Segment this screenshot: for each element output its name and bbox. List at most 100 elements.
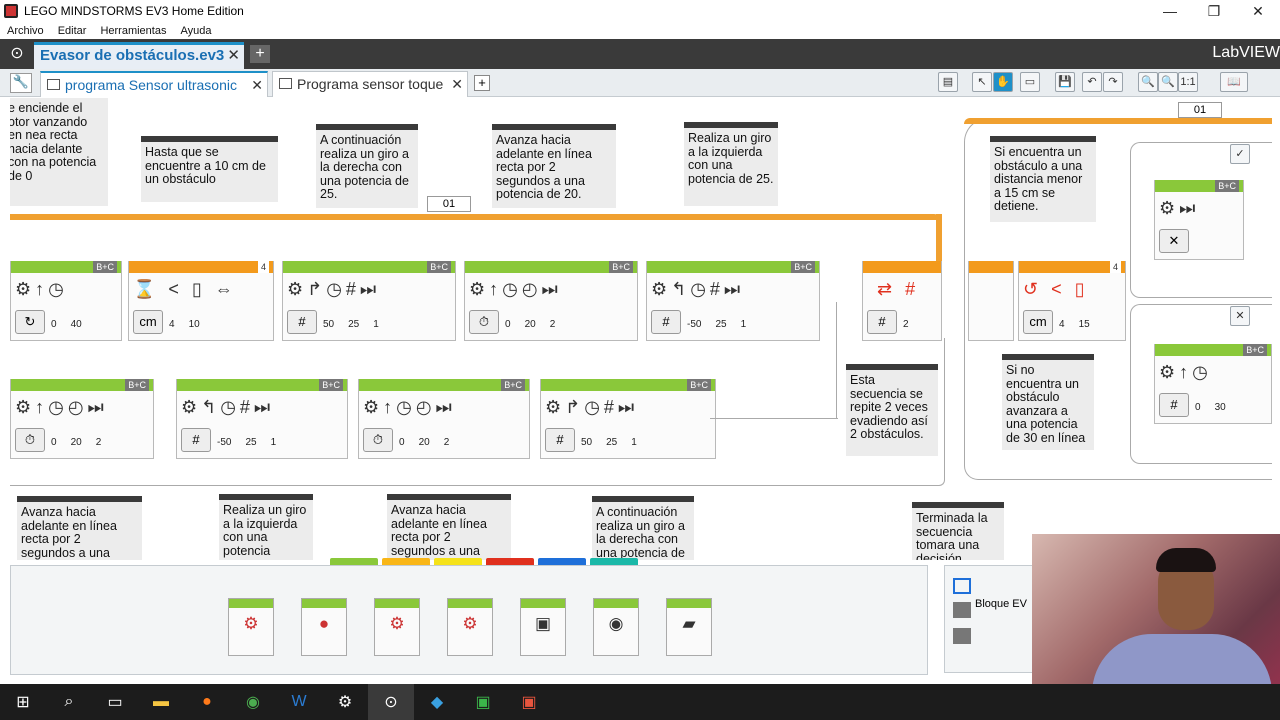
comment-avanza[interactable]: Avanza hacia adelante en línea recta por… xyxy=(492,124,616,208)
comment-si-no-encuentra[interactable]: Si no encuentra un obstáculo avanzara a … xyxy=(1002,354,1094,450)
zoom-in-icon[interactable]: 🔍 xyxy=(1158,72,1178,92)
move-tank-block-7[interactable]: B+C ⚙↑◷◴⏭ ⏱ 0 20 2 xyxy=(358,379,530,459)
move-tank-forward-block[interactable]: B+C ⚙↑◷ # 0 30 xyxy=(1154,344,1272,424)
value[interactable]: 1 xyxy=(271,437,277,448)
mode-selector[interactable]: # xyxy=(545,428,575,452)
port-view-icon[interactable] xyxy=(953,602,971,618)
move-tank-block-4[interactable]: B+C ⚙↰◷#⏭ # -50 25 1 xyxy=(646,261,820,341)
move-tank-block-2[interactable]: B+C ⚙↱◷#⏭ # 50 25 1 xyxy=(282,261,456,341)
save-icon[interactable]: 💾 xyxy=(1055,72,1075,92)
maximize-button[interactable]: ❐ xyxy=(1192,0,1236,22)
brick-info-icon[interactable] xyxy=(953,578,971,594)
start-icon[interactable]: ⊞ xyxy=(0,684,46,720)
add-project-button[interactable]: + xyxy=(250,45,270,63)
value[interactable]: 15 xyxy=(1079,319,1090,330)
wait-ultrasonic-block[interactable]: 4 ⌛ < ▯ ⇔ cm 4 10 xyxy=(128,261,274,341)
outer-loop-label[interactable]: 01 xyxy=(1178,102,1222,118)
value[interactable]: 0 xyxy=(1195,402,1201,413)
value[interactable]: 25 xyxy=(606,437,617,448)
move-tank-block-3[interactable]: B+C ⚙↑◷◴⏭ ⏱ 0 20 2 xyxy=(464,261,638,341)
value[interactable]: 1 xyxy=(631,437,637,448)
switch-ultrasonic-block[interactable]: 4 ↺ < ▯ cm 4 15 xyxy=(1018,261,1126,341)
comment-giro-izquierda-2[interactable]: Realiza un giro a la izquierda con una p… xyxy=(219,494,313,560)
pan-tool-icon[interactable]: ✋ xyxy=(993,72,1013,92)
zoom-out-icon[interactable]: 🔍 xyxy=(1138,72,1158,92)
close-tab-icon[interactable]: ✕ xyxy=(251,73,263,97)
move-tank-stop-block[interactable]: B+C ⚙⏭ ✕ xyxy=(1154,180,1244,260)
menu-editar[interactable]: Editar xyxy=(51,25,94,37)
comment-giro-derecha-2[interactable]: A continuación realiza un giro a la dere… xyxy=(592,496,694,560)
undo-icon[interactable]: ↶ xyxy=(1082,72,1102,92)
value[interactable]: 25 xyxy=(348,319,359,330)
value[interactable]: 20 xyxy=(525,319,536,330)
palette-display[interactable]: ▣ xyxy=(520,598,566,656)
palette-move-steering[interactable]: ⚙ xyxy=(374,598,420,656)
value[interactable]: 0 xyxy=(399,437,405,448)
firefox-icon[interactable]: ● xyxy=(184,684,230,720)
mode-selector[interactable]: ⏱ xyxy=(15,428,45,452)
mode-selector[interactable]: ⏱ xyxy=(363,428,393,452)
recorder-icon[interactable]: ▣ xyxy=(506,684,552,720)
comment-avanza-2[interactable]: Avanza hacia adelante en línea recta por… xyxy=(17,496,142,560)
loop-mode-selector[interactable]: # xyxy=(867,310,897,334)
minimize-button[interactable]: — xyxy=(1148,0,1192,22)
lobby-home-icon[interactable]: ⊙ xyxy=(6,44,28,64)
tab-programa-sensor-ultrasonic[interactable]: programa Sensor ultrasonic ✕ xyxy=(40,71,268,97)
value[interactable]: 4 xyxy=(169,319,175,330)
project-tab[interactable]: Evasor de obstáculos.ev3 ✕ xyxy=(34,42,244,69)
comment-start[interactable]: e enciende el otor vanzando en nea recta… xyxy=(10,98,108,206)
move-tank-block-6[interactable]: B+C ⚙↰◷#⏭ # -50 25 1 xyxy=(176,379,348,459)
mode-selector[interactable]: # xyxy=(1159,393,1189,417)
palette-medium-motor[interactable]: ⚙ xyxy=(228,598,274,656)
chrome-icon[interactable]: ◉ xyxy=(230,684,276,720)
mode-selector[interactable]: cm xyxy=(1023,310,1053,334)
search-icon[interactable]: ⌕ xyxy=(46,684,92,720)
redo-icon[interactable]: ↷ xyxy=(1103,72,1123,92)
loop-end-block[interactable]: ⇄ # # 2 xyxy=(862,261,942,341)
value[interactable]: 25 xyxy=(245,437,256,448)
value[interactable]: 4 xyxy=(1059,319,1065,330)
value[interactable]: 50 xyxy=(581,437,592,448)
value[interactable]: 1 xyxy=(741,319,747,330)
value[interactable]: 1 xyxy=(373,319,379,330)
value[interactable]: 40 xyxy=(71,319,82,330)
value[interactable]: 0 xyxy=(51,437,57,448)
settings-icon[interactable]: ⚙ xyxy=(322,684,368,720)
camtasia-icon[interactable]: ▣ xyxy=(460,684,506,720)
comment-giro-izquierda[interactable]: Realiza un giro a la izquierda con una p… xyxy=(684,122,778,206)
close-tab-icon[interactable]: ✕ xyxy=(451,72,463,96)
help-book-icon[interactable]: 📖 xyxy=(1220,72,1248,92)
close-project-icon[interactable]: ✕ xyxy=(227,45,240,67)
loop-count[interactable]: 2 xyxy=(903,319,909,330)
ev3-taskbar-icon[interactable]: ⊙ xyxy=(368,684,414,720)
project-properties-wrench-icon[interactable]: 🔧 xyxy=(10,73,32,93)
palette-sound[interactable]: ◉ xyxy=(593,598,639,656)
zoom-reset-icon[interactable]: 1:1 xyxy=(1178,72,1198,92)
comment-avanza-3[interactable]: Avanza hacia adelante en línea recta por… xyxy=(387,494,511,560)
available-bricks-icon[interactable] xyxy=(953,628,971,644)
mode-selector[interactable]: # xyxy=(181,428,211,452)
check-icon[interactable]: ✓ xyxy=(1230,144,1250,164)
comment-giro-derecha[interactable]: A continuación realiza un giro a la dere… xyxy=(316,124,418,208)
value[interactable]: 0 xyxy=(505,319,511,330)
close-window-button[interactable]: ✕ xyxy=(1236,0,1280,22)
comment-tool-icon[interactable]: ▭ xyxy=(1020,72,1040,92)
program-canvas[interactable]: e enciende el otor vanzando en nea recta… xyxy=(10,98,1272,560)
mode-selector[interactable]: ⏱ xyxy=(469,310,499,334)
comment-hasta[interactable]: Hasta que se encuentre a 10 cm de un obs… xyxy=(141,136,278,202)
value[interactable]: 50 xyxy=(323,319,334,330)
mode-selector[interactable]: # xyxy=(651,310,681,334)
move-tank-block-8[interactable]: B+C ⚙↱◷#⏭ # 50 25 1 xyxy=(540,379,716,459)
palette-large-motor[interactable]: ● xyxy=(301,598,347,656)
file-explorer-icon[interactable]: ▬ xyxy=(138,684,184,720)
loop-start-block[interactable] xyxy=(968,261,1014,341)
palette-brick-light[interactable]: ▰ xyxy=(666,598,712,656)
value[interactable]: 0 xyxy=(51,319,57,330)
value[interactable]: 25 xyxy=(715,319,726,330)
comment-secuencia[interactable]: Esta secuencia se repite 2 veces evadien… xyxy=(846,364,938,456)
task-view-icon[interactable]: ▭ xyxy=(92,684,138,720)
mode-selector[interactable]: ↻ xyxy=(15,310,45,334)
menu-ayuda[interactable]: Ayuda xyxy=(173,25,218,37)
value[interactable]: 20 xyxy=(419,437,430,448)
value[interactable]: 2 xyxy=(444,437,450,448)
